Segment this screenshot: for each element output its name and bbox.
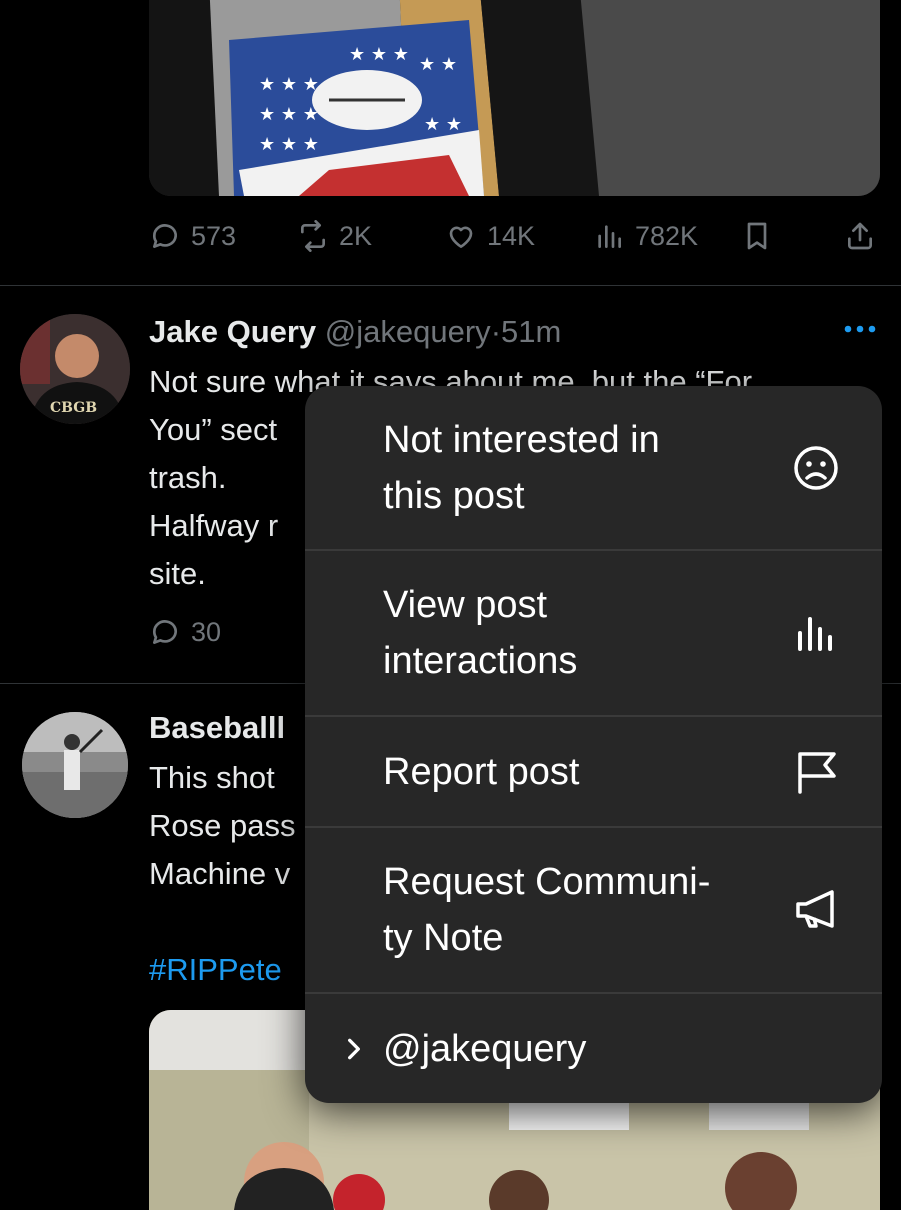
like-count: 14K <box>487 220 536 251</box>
post-line: This shot <box>149 760 275 795</box>
heart-icon <box>449 226 473 248</box>
menu-item-label: View post interactions <box>383 584 578 682</box>
post-line: Rose pass <box>149 808 296 843</box>
svg-text:★ ★: ★ ★ <box>424 114 462 135</box>
svg-text:★ ★ ★: ★ ★ ★ <box>259 74 319 95</box>
post-body: This shot Rose pass Machine v <box>149 754 295 898</box>
post-line: Machine v <box>149 856 291 891</box>
display-name[interactable]: Jake Query <box>149 314 316 349</box>
more-options-button[interactable] <box>843 312 877 354</box>
reply-count: 30 <box>191 616 222 647</box>
views-count: 782K <box>635 220 699 251</box>
separator-dot: · <box>490 314 502 349</box>
menu-item-label: Report post <box>383 750 580 793</box>
avatar-baseball[interactable] <box>22 712 128 818</box>
post-actions-bar: 573 2K 14K 782K <box>149 214 884 258</box>
avatar-photo <box>22 712 128 818</box>
share-icon <box>848 222 872 250</box>
megaphone-icon <box>796 890 834 928</box>
menu-item-account[interactable]: @jakequery <box>305 994 882 1103</box>
menu-item-label: Request Communi- ty Note <box>383 861 711 959</box>
menu-account-handle: @jakequery <box>383 1027 587 1070</box>
sad-face-icon <box>794 445 838 490</box>
post-divider <box>0 285 901 286</box>
repost-button[interactable]: 2K <box>297 214 372 258</box>
display-name[interactable]: Baseballl <box>149 710 285 745</box>
menu-item-report-post[interactable]: Report post <box>305 717 882 826</box>
menu-item-request-community-note[interactable]: Request Communi- ty Note <box>305 828 882 992</box>
more-dots-icon <box>844 325 876 333</box>
avatar-photo: CBGB <box>20 314 130 424</box>
bookmark-button[interactable] <box>741 214 773 258</box>
menu-item-not-interested[interactable]: Not interested in this post <box>305 386 882 549</box>
post-header: Jake Query @jakequery·51m <box>149 314 561 350</box>
chevron-right-icon <box>348 1038 360 1059</box>
flag-icon <box>798 751 836 794</box>
menu-item-label: Not interested in this post <box>383 418 660 517</box>
media-illustration: ★ ★ ★ ★ ★ ★ ★ ★ ★ ★ ★ ★ ★ ★ ★ ★ <box>149 0 880 196</box>
reply-count: 573 <box>191 220 237 251</box>
reply-button[interactable]: 30 <box>149 610 221 654</box>
svg-text:★ ★ ★: ★ ★ ★ <box>259 104 319 125</box>
repost-count: 2K <box>339 220 373 251</box>
post-options-menu: Not interested in this post View post in… <box>305 386 882 1103</box>
bookmark-icon <box>747 222 767 250</box>
avatar-jakequery[interactable]: CBGB <box>20 314 130 424</box>
svg-text:★ ★ ★: ★ ★ ★ <box>259 134 319 155</box>
views-button[interactable]: 782K <box>593 214 698 258</box>
views-icon <box>598 225 621 248</box>
reply-icon <box>152 620 177 644</box>
share-button[interactable] <box>844 214 876 258</box>
bar-chart-icon <box>798 617 832 651</box>
like-button[interactable]: 14K <box>445 214 535 258</box>
post-media-image[interactable]: ★ ★ ★ ★ ★ ★ ★ ★ ★ ★ ★ ★ ★ ★ ★ ★ <box>149 0 880 196</box>
menu-item-view-interactions[interactable]: View post interactions <box>305 551 882 715</box>
user-handle[interactable]: @jakequery <box>325 314 491 349</box>
repost-icon <box>301 220 325 252</box>
post-time[interactable]: 51m <box>501 314 561 349</box>
hashtag-link[interactable]: #RIPPete <box>149 952 282 988</box>
reply-icon <box>152 224 177 248</box>
svg-text:★ ★: ★ ★ <box>419 54 457 75</box>
svg-text:★ ★ ★: ★ ★ ★ <box>349 44 409 65</box>
post-header: Baseballl <box>149 710 285 746</box>
reply-button[interactable]: 573 <box>149 214 236 258</box>
avatar-shirt-text: CBGB <box>50 400 97 416</box>
